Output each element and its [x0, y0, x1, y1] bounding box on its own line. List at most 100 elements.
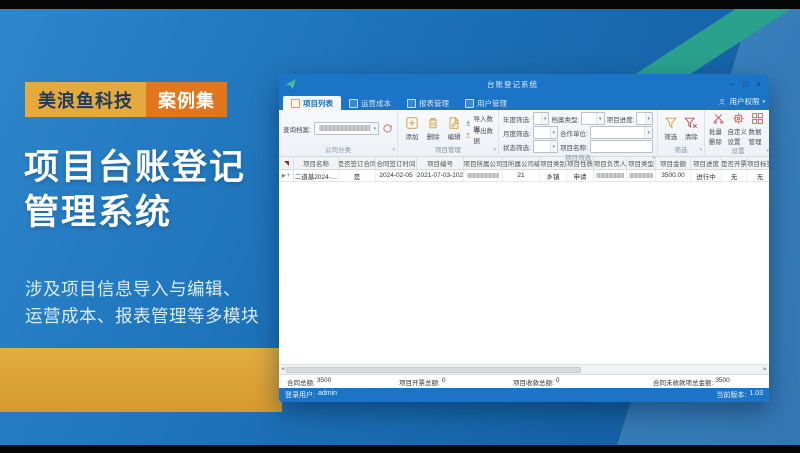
- poster-subtitle-line1: 涉及项目信息导入与编辑、: [25, 279, 241, 299]
- year-filter-combo[interactable]: ▾: [532, 112, 550, 125]
- row-indicator[interactable]: ▶ +: [279, 170, 294, 181]
- status-bar: 登录用户: admin 当前版本: 1.03: [279, 388, 769, 402]
- summary-unreceived-total: 合同未收款项总金额: 3500: [653, 376, 730, 387]
- tab-user-management-label: 用户管理: [477, 98, 507, 108]
- archive-combo[interactable]: ▾: [313, 122, 379, 135]
- minimize-button[interactable]: −: [727, 79, 738, 90]
- gold-accent-band: [0, 348, 282, 412]
- status-filter-combo[interactable]: ▾: [532, 140, 559, 153]
- edit-button[interactable]: 编辑: [444, 116, 464, 141]
- brand-badge: 美浪鱼科技 案例集: [25, 82, 227, 117]
- group-launcher-icon[interactable]: ▾: [493, 145, 496, 156]
- window-title: 台账登记系统: [487, 79, 538, 89]
- refresh-icon[interactable]: [382, 123, 393, 134]
- logged-in-user: 登录用户: admin: [285, 390, 338, 399]
- table-row[interactable]: ▶ + 二道基2024-… 是 2024-02-05 2021-07-03-102 21 乡镇…: [279, 170, 769, 182]
- maximize-button[interactable]: □: [740, 79, 751, 90]
- export-arrow-icon: [466, 131, 471, 138]
- delete-button[interactable]: 删除: [423, 116, 443, 141]
- column-header[interactable]: 是否开票: [722, 157, 747, 169]
- project-name-input[interactable]: [589, 140, 653, 153]
- chevron-down-icon: ▾: [762, 98, 765, 105]
- tab-report-management[interactable]: 报表管理: [399, 96, 457, 110]
- group-caption-company: 公司分类: [325, 147, 351, 154]
- scissors-x-icon: [713, 114, 724, 124]
- export-data-button[interactable]: 导出数据: [465, 128, 494, 145]
- tab-project-list-label: 项目列表: [303, 98, 333, 108]
- clear-filter-label: 清除: [684, 134, 698, 141]
- month-filter-combo[interactable]: ▾: [532, 126, 559, 139]
- row-selector-header[interactable]: [279, 157, 294, 169]
- group-caption-filter: 项目筛选: [565, 155, 591, 162]
- app-logo-paperplane-icon: [284, 77, 298, 91]
- column-header[interactable]: 项目编号: [417, 157, 464, 169]
- user-permission-menu[interactable]: 用户权限 ▾: [718, 96, 765, 110]
- bottom-black-bar: [0, 445, 800, 453]
- archive-query-label: 查询档案:: [283, 126, 311, 134]
- group-launcher-icon[interactable]: ▾: [392, 145, 395, 156]
- table-cell: 无: [722, 170, 747, 181]
- add-button[interactable]: 添加: [402, 116, 422, 141]
- scroll-left-icon[interactable]: ◀: [281, 367, 284, 372]
- poster-canvas: 美浪鱼科技 案例集 项目台账登记 管理系统 涉及项目信息导入与编辑、 运营成本、…: [0, 0, 800, 453]
- status-filter-label: 状态筛选:: [503, 144, 531, 152]
- data-manage-button[interactable]: 数据管理: [749, 112, 767, 146]
- column-header[interactable]: 项目金额: [656, 157, 691, 169]
- progress-filter-combo[interactable]: ▾: [636, 112, 654, 125]
- customize-button[interactable]: 自定义设置: [727, 112, 748, 146]
- poster-title-line2: 管理系统: [24, 192, 173, 232]
- column-header[interactable]: 项目进度: [691, 157, 722, 169]
- scrollbar-thumb[interactable]: [286, 366, 581, 373]
- table-cell: 2021-07-03-102: [417, 170, 464, 181]
- table-cell: 申请: [567, 170, 594, 181]
- table-cell: [627, 170, 656, 181]
- app-window: 台账登记系统 − □ × 项目列表 运营成本 报表管理 用户管理 用户权限 ▾ …: [279, 74, 769, 402]
- chevron-down-icon: ▾: [370, 123, 378, 134]
- tab-user-management[interactable]: 用户管理: [457, 96, 515, 110]
- column-header[interactable]: 是否签订合同: [339, 157, 376, 169]
- batch-delete-button[interactable]: 批量删除: [709, 112, 727, 146]
- ribbon-group-settings: 批量删除 自定义设置 数据管理 设置 ▾: [705, 110, 769, 156]
- clear-filter-button[interactable]: 清除: [683, 116, 701, 141]
- trash-icon: [429, 118, 437, 129]
- group-launcher-icon[interactable]: ▾: [766, 146, 769, 157]
- gear-icon: [732, 113, 744, 124]
- group-caption-settings: 设置: [731, 148, 745, 155]
- column-header[interactable]: 项目所属公司: [464, 157, 503, 169]
- partner-unit-combo[interactable]: ▾: [589, 126, 653, 139]
- poster-subtitle: 涉及项目信息导入与编辑、 运营成本、报表管理等多模块: [25, 276, 259, 330]
- scroll-right-icon[interactable]: ▶: [764, 367, 767, 372]
- funnel-x-icon: [684, 117, 698, 129]
- group-launcher-icon[interactable]: ▾: [699, 145, 702, 156]
- tab-operating-cost-icon: [349, 98, 358, 108]
- top-black-bar: [0, 0, 800, 9]
- project-table: 项目名称是否签订合同合同签订时间项目编号项目所属公司项目所属公司编码项目类别项目…: [279, 157, 769, 388]
- user-permission-label: 用户权限: [729, 97, 760, 106]
- ribbon-group-filter: 年度筛选: ▾ 档案类型: ▾ 项目进度: ▾ 月度筛选: ▾ 合作单位: ▾: [499, 110, 658, 162]
- case-collection-tag: 案例集: [146, 82, 227, 117]
- apply-filter-button[interactable]: 筛选: [662, 116, 680, 141]
- tab-project-list[interactable]: 项目列表: [283, 96, 341, 110]
- month-filter-label: 月度筛选:: [503, 130, 531, 138]
- ribbon-group-manage: 添加 删除 编辑 导入数据 导出数据 项目管理 ▾: [398, 110, 499, 156]
- brand-name: 美浪鱼科技: [25, 82, 146, 117]
- column-header[interactable]: 合同签订时间: [376, 157, 417, 169]
- horizontal-scrollbar[interactable]: ◀ ▶: [279, 364, 769, 374]
- archive-type-combo[interactable]: ▾: [581, 112, 605, 125]
- column-header[interactable]: 项目标签: [747, 157, 769, 169]
- close-button[interactable]: ×: [753, 79, 764, 90]
- summary-row: 合同总额: 3500 项目开票总额: 0 项目收款总额: 0 合同未收款项总金额…: [279, 374, 769, 388]
- tab-user-management-icon: [465, 98, 474, 108]
- ribbon-group-filter-actions: 筛选 清除 筛选 ▾: [658, 110, 705, 156]
- tab-operating-cost[interactable]: 运营成本: [341, 96, 399, 110]
- data-manage-label: 数据管理: [748, 129, 762, 146]
- scrollbar-track[interactable]: [286, 366, 761, 373]
- tab-project-list-icon: [291, 98, 300, 108]
- funnel-icon: [664, 117, 677, 129]
- poster-title-line1: 项目台账登记: [24, 148, 247, 187]
- column-header[interactable]: 项目名称: [294, 157, 339, 169]
- archive-type-label: 档案类型:: [551, 116, 580, 124]
- table-cell: [594, 170, 627, 181]
- group-launcher-icon[interactable]: ▾: [652, 153, 655, 164]
- table-cell: 3500.00: [656, 170, 691, 181]
